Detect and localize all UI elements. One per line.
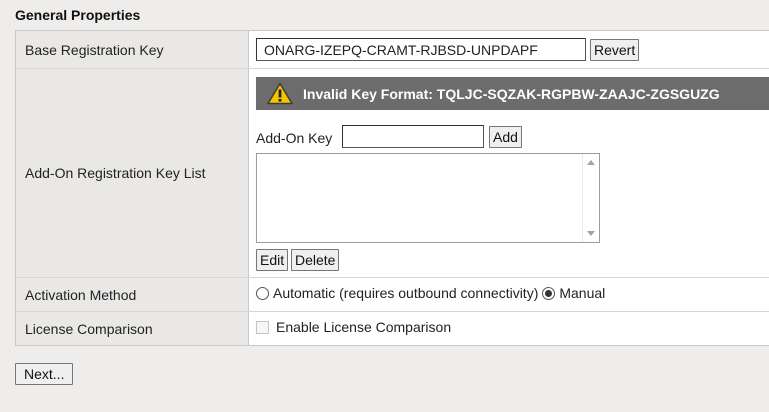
next-button[interactable]: Next... — [15, 363, 74, 385]
activation-method-radio-group: Automatic (requires outbound connectivit… — [256, 285, 609, 301]
addon-registration-key-value-cell: Invalid Key Format: TQLJC-SQZAK-RGPBW-ZA… — [249, 69, 769, 277]
base-registration-key-label: Base Registration Key — [16, 31, 249, 68]
enable-license-comparison-checkbox[interactable] — [256, 320, 269, 334]
revert-button[interactable]: Revert — [590, 39, 640, 61]
scroll-down-arrow-icon[interactable] — [587, 231, 595, 236]
activation-method-label: Activation Method — [16, 278, 249, 311]
base-registration-key-value-cell: Revert — [249, 31, 769, 68]
warning-icon — [267, 81, 295, 107]
activation-method-row: Activation Method Automatic (requires ou… — [16, 278, 769, 312]
activation-method-value-cell: Automatic (requires outbound connectivit… — [249, 278, 769, 311]
scroll-up-arrow-icon[interactable] — [587, 160, 595, 165]
license-comparison-label: License Comparison — [16, 312, 249, 345]
addon-key-listbox[interactable] — [256, 153, 600, 243]
error-message: Invalid Key Format: TQLJC-SQZAK-RGPBW-ZA… — [303, 85, 720, 102]
addon-registration-key-row: Add-On Registration Key List Invalid Key… — [16, 69, 769, 278]
general-properties-table: Base Registration Key Revert Add-On Regi… — [15, 30, 769, 346]
section-title: General Properties — [15, 7, 141, 23]
license-comparison-value-cell: Enable License Comparison — [249, 312, 769, 345]
delete-button[interactable]: Delete — [291, 249, 340, 271]
license-comparison-row: License Comparison Enable License Compar… — [16, 312, 769, 345]
base-registration-key-row: Base Registration Key Revert — [16, 31, 769, 69]
radio-automatic[interactable] — [256, 286, 269, 300]
radio-manual-label[interactable]: Manual — [559, 285, 605, 301]
radio-manual[interactable] — [542, 286, 556, 300]
radio-automatic-label[interactable]: Automatic (requires outbound connectivit… — [273, 285, 538, 301]
enable-license-comparison-label[interactable]: Enable License Comparison — [276, 319, 451, 335]
license-comparison-checkbox-group: Enable License Comparison — [256, 319, 451, 335]
listbox-scrollbar[interactable] — [582, 154, 599, 242]
edit-button[interactable]: Edit — [256, 249, 289, 271]
add-button[interactable]: Add — [489, 126, 522, 148]
addon-registration-key-list-label: Add-On Registration Key List — [16, 69, 249, 277]
addon-key-label: Add-On Key — [256, 130, 333, 146]
addon-key-input[interactable] — [342, 125, 484, 148]
base-registration-key-input[interactable] — [256, 38, 586, 61]
invalid-key-error-banner: Invalid Key Format: TQLJC-SQZAK-RGPBW-ZA… — [256, 77, 769, 110]
